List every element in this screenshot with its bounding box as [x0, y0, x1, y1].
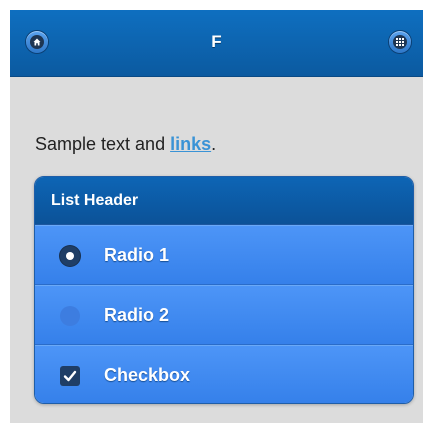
grid-button[interactable] [389, 31, 411, 53]
checkbox-checked-icon[interactable] [60, 366, 80, 386]
radio-unchecked-icon[interactable] [60, 306, 80, 326]
list-item-checkbox[interactable]: Checkbox [35, 345, 413, 403]
sample-text-after: . [211, 134, 217, 154]
header-bar: F [10, 10, 423, 77]
page-title: F [211, 32, 222, 51]
list-item-label: Radio 2 [104, 305, 170, 325]
radio-checked-icon[interactable] [60, 246, 80, 266]
sample-link[interactable]: links [170, 134, 211, 154]
list-item-label: Radio 1 [104, 245, 170, 265]
list-item-radio-1[interactable]: Radio 1 [35, 225, 413, 285]
page: F Sample text and links. List Header Rad… [10, 10, 423, 423]
sample-text: Sample text and links. [35, 134, 216, 155]
list-item-label: Checkbox [104, 365, 191, 385]
list-header: List Header [35, 177, 413, 225]
list-view: List Header Radio 1 Radio 2 Checkbox [34, 176, 414, 404]
sample-text-before: Sample text and [35, 134, 171, 154]
list-item-radio-2[interactable]: Radio 2 [35, 285, 413, 345]
grid-icon [393, 35, 407, 49]
